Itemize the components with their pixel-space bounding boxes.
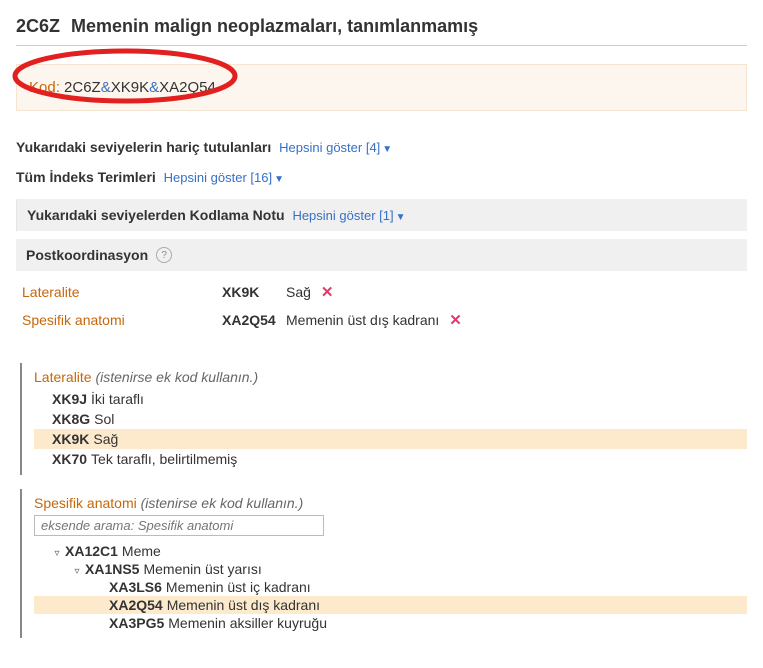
exclusions-label: Yukarıdaki seviyelerin hariç tutulanları	[16, 139, 271, 155]
annotation-circle-icon	[7, 45, 247, 107]
axis-hint: (istenirse ek kod kullanın.)	[141, 495, 304, 511]
code-label: Kod:	[29, 79, 60, 96]
code-part-0: 2C6Z	[64, 79, 101, 96]
chevron-down-icon: ▼	[396, 212, 406, 223]
remove-button[interactable]: ✕	[449, 311, 462, 329]
selected-axis: Lateralite	[22, 284, 222, 300]
tree-code: XA1NS5	[85, 561, 139, 577]
lateralite-option[interactable]: XK9KSağ	[34, 429, 747, 449]
option-name: Sağ	[93, 431, 118, 447]
tree-toggle-icon[interactable]: ▿	[72, 566, 82, 577]
tree-code: XA3PG5	[109, 615, 164, 631]
chevron-down-icon: ▼	[274, 174, 284, 185]
lateralite-axis: Lateralite (istenirse ek kod kullanın.) …	[20, 363, 747, 475]
anatomi-tree-item[interactable]: XA2Q54Memenin üst dış kadranı	[34, 596, 747, 614]
option-code: XK70	[52, 451, 87, 467]
tree-name: Memenin üst iç kadranı	[166, 579, 311, 595]
postcoord-label: Postkoordinasyon	[26, 247, 148, 263]
option-code: XK9K	[52, 431, 89, 447]
selected-row: Spesifik anatomi XA2Q54 Memenin üst dış …	[22, 311, 741, 329]
tree-code: XA12C1	[65, 543, 118, 559]
code-part-1: XK9K	[111, 79, 149, 96]
axis-title: Lateralite (istenirse ek kod kullanın.)	[34, 369, 747, 385]
tree-name: Memenin aksiller kuyruğu	[168, 615, 327, 631]
selected-axis: Spesifik anatomi	[22, 312, 222, 328]
coding-note-showall-link[interactable]: Hepsini göster [1]▼	[292, 208, 405, 223]
tree-code: XA3LS6	[109, 579, 162, 595]
anatomi-tree-item[interactable]: XA3PG5Memenin aksiller kuyruğu	[34, 614, 747, 632]
lateralite-option[interactable]: XK8GSol	[34, 409, 747, 429]
option-name: Tek taraflı, belirtilmemiş	[91, 451, 237, 467]
selected-row: Lateralite XK9K Sağ ✕	[22, 283, 741, 301]
selected-name: Sağ	[286, 284, 311, 300]
code-part-2: XA2Q54	[159, 79, 216, 96]
exclusions-showall-link[interactable]: Hepsini göster [4]▼	[279, 140, 392, 155]
anatomi-search-input[interactable]	[34, 515, 324, 536]
tree-name: Memenin üst dış kadranı	[167, 597, 320, 613]
tree-toggle-icon[interactable]: ▿	[52, 548, 62, 559]
chevron-down-icon: ▼	[382, 144, 392, 155]
selected-code: XA2Q54	[222, 312, 286, 328]
option-name: Sol	[94, 411, 114, 427]
help-icon[interactable]: ?	[156, 247, 172, 263]
code-box: Kod: 2C6Z&XK9K&XA2Q54	[16, 64, 747, 111]
selected-name: Memenin üst dış kadranı	[286, 312, 439, 328]
exclusions-row: Yukarıdaki seviyelerin hariç tutulanları…	[16, 139, 747, 155]
axis-name: Lateralite	[34, 369, 92, 385]
coding-note-label: Yukarıdaki seviyelerden Kodlama Notu	[27, 207, 285, 223]
tree-code: XA2Q54	[109, 597, 163, 613]
lateralite-option[interactable]: XK70Tek taraflı, belirtilmemiş	[34, 449, 747, 469]
selected-codes: Lateralite XK9K Sağ ✕ Spesifik anatomi X…	[16, 283, 747, 353]
coding-note-header: Yukarıdaki seviyelerden Kodlama Notu Hep…	[16, 199, 747, 231]
axis-name: Spesifik anatomi	[34, 495, 137, 511]
option-name: İki taraflı	[91, 391, 144, 407]
selected-code: XK9K	[222, 284, 286, 300]
remove-button[interactable]: ✕	[321, 283, 334, 301]
tree-name: Memenin üst yarısı	[143, 561, 261, 577]
option-code: XK8G	[52, 411, 90, 427]
anatomi-axis: Spesifik anatomi (istenirse ek kod kulla…	[20, 489, 747, 638]
lateralite-option[interactable]: XK9Jİki taraflı	[34, 389, 747, 409]
anatomi-tree-item[interactable]: ▿XA1NS5Memenin üst yarısı	[34, 560, 747, 578]
index-terms-showall-link[interactable]: Hepsini göster [16]▼	[164, 170, 284, 185]
tree-name: Meme	[122, 543, 161, 559]
axis-title: Spesifik anatomi (istenirse ek kod kulla…	[34, 495, 747, 511]
index-terms-row: Tüm İndeks Terimleri Hepsini göster [16]…	[16, 169, 747, 185]
anatomi-tree-item[interactable]: ▿XA12C1Meme	[34, 542, 747, 560]
postcoord-header: Postkoordinasyon ?	[16, 239, 747, 271]
page-title: 2C6Z Memenin malign neoplazmaları, tanım…	[16, 16, 747, 46]
title-code: 2C6Z	[16, 16, 60, 36]
amp-icon: &	[101, 79, 111, 96]
index-terms-label: Tüm İndeks Terimleri	[16, 169, 156, 185]
amp-icon: &	[149, 79, 159, 96]
axis-hint: (istenirse ek kod kullanın.)	[95, 369, 258, 385]
option-code: XK9J	[52, 391, 87, 407]
title-text: Memenin malign neoplazmaları, tanımlanma…	[71, 16, 478, 36]
anatomi-tree-item[interactable]: XA3LS6Memenin üst iç kadranı	[34, 578, 747, 596]
